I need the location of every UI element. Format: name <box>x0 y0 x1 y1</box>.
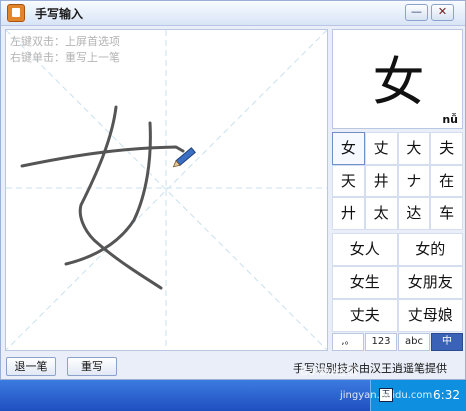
candidate-char[interactable]: ナ <box>397 164 431 197</box>
candidate-char[interactable]: 夫 <box>430 132 463 165</box>
ink-strokes <box>20 105 185 290</box>
close-button[interactable]: ✕ <box>431 4 454 21</box>
candidate-word[interactable]: 丈夫 <box>332 299 398 332</box>
candidate-char[interactable]: 太 <box>364 197 398 230</box>
candidate-grid: 女丈大夫天井ナ在廾太达车女人 女的 女生 女朋友 丈夫 丈母娘 <box>332 132 463 349</box>
candidate-char[interactable]: 女 <box>332 132 365 165</box>
watermark-brand: Baidu经验 <box>300 364 359 378</box>
rewrite-button[interactable]: 重写 <box>67 357 117 376</box>
mode-button[interactable]: abc <box>398 333 430 351</box>
minimize-button[interactable]: — <box>405 4 428 21</box>
candidate-word[interactable]: 女生 <box>332 266 398 299</box>
clock[interactable]: 6:32 <box>433 388 460 402</box>
candidate-char[interactable]: 天 <box>332 164 365 197</box>
title-bar[interactable]: 手写输入 — ✕ <box>1 1 465 26</box>
candidate-char[interactable]: 在 <box>430 164 463 197</box>
mode-bar: ,。 123 abc 中 <box>332 333 463 351</box>
watermark-url: jingyan.baidu.com <box>340 390 433 401</box>
candidate-char[interactable]: 大 <box>397 132 431 165</box>
app-icon <box>7 4 25 22</box>
preview-character: 女 <box>372 53 425 113</box>
candidate-word[interactable]: 女的 <box>397 233 463 266</box>
recognized-preview: 女 nǚ <box>332 29 463 129</box>
window-title: 手写输入 <box>35 7 84 21</box>
candidate-char[interactable]: 达 <box>397 197 431 230</box>
handwriting-canvas[interactable]: 左键双击：上屏首选项 右键单击：重写上一笔 <box>5 29 328 351</box>
candidate-char[interactable]: 车 <box>430 197 463 230</box>
handwriting-input-window: 手写输入 — ✕ 左键双击：上屏首选项 右键单击：重写上一笔 女 nǚ 女 丈 … <box>0 0 466 380</box>
candidate-word[interactable]: 女人 <box>332 233 398 266</box>
candidate-word[interactable]: 女朋友 <box>397 266 463 299</box>
guide-lines <box>6 30 327 350</box>
canvas-drawing <box>6 30 327 350</box>
undo-stroke-button[interactable]: 退一笔 <box>6 357 56 376</box>
candidate-word[interactable]: 丈母娘 <box>397 299 463 332</box>
mode-button[interactable]: 中 <box>431 333 463 351</box>
candidate-char[interactable]: 井 <box>364 164 398 197</box>
mode-button[interactable]: ,。 <box>332 333 364 351</box>
preview-pinyin: nǚ <box>442 113 458 126</box>
hint-double-click: 左键双击：上屏首选项 <box>10 35 120 48</box>
hint-right-click: 右键单击：重写上一笔 <box>10 51 120 64</box>
mode-button[interactable]: 123 <box>365 333 397 351</box>
candidate-char[interactable]: 丈 <box>364 132 398 165</box>
candidate-char[interactable]: 廾 <box>332 197 365 230</box>
